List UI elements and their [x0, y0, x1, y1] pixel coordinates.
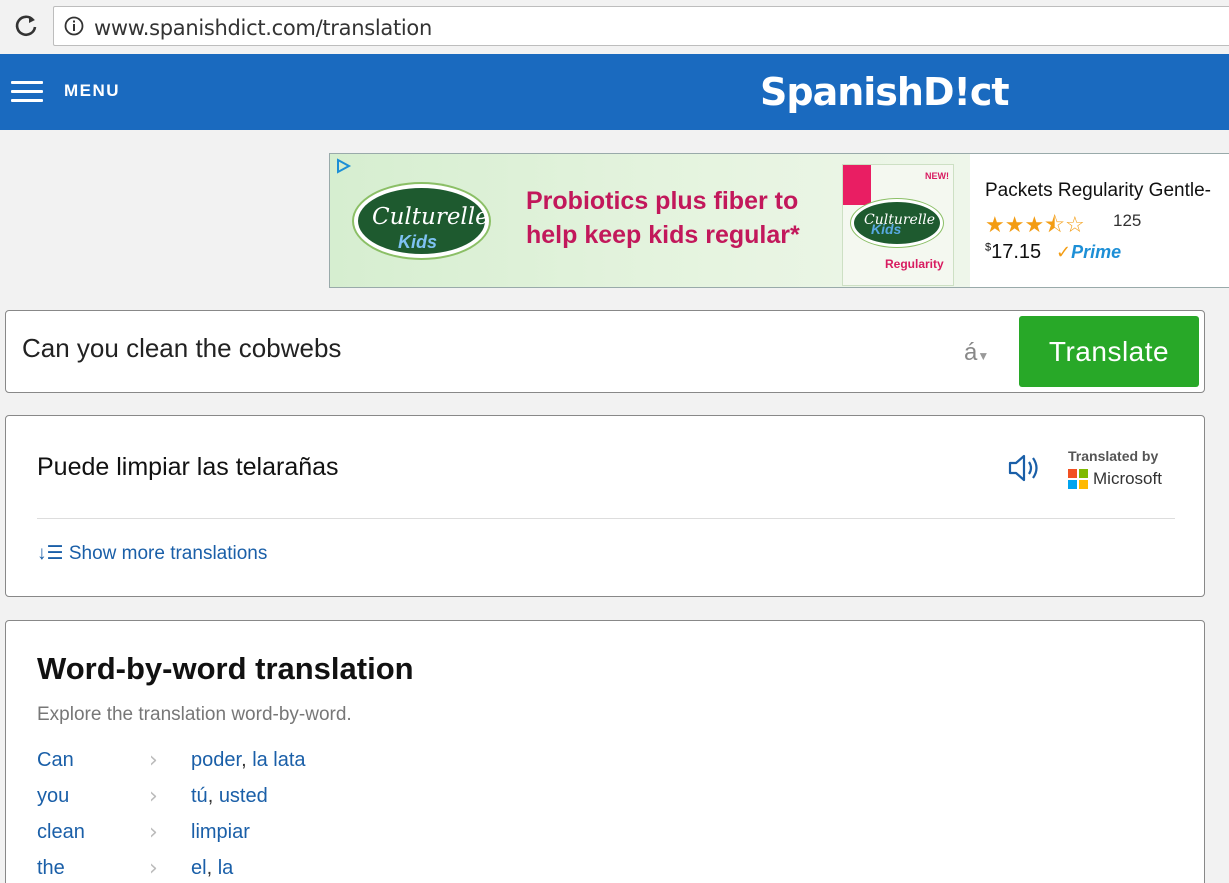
translation-link[interactable]: tú — [191, 785, 208, 807]
chevron-right-icon: › — [149, 856, 158, 881]
price-value: 17.15 — [991, 241, 1042, 263]
section-subtitle: Explore the translation word-by-word. — [37, 704, 352, 725]
source-word-link[interactable]: clean — [37, 821, 85, 844]
speaker-icon[interactable] — [1007, 452, 1041, 484]
ad-slogan: Probiotics plus fiber to help keep kids … — [526, 187, 800, 249]
url-text[interactable]: www.spanishdict.com/translation — [94, 16, 432, 40]
prime-check-icon: ✓ — [1056, 242, 1072, 262]
translation-text: Puede limpiar las telarañas — [37, 453, 339, 481]
translate-button[interactable]: Translate — [1019, 316, 1199, 387]
source-word-link[interactable]: the — [37, 857, 65, 880]
word-row: Can › poder, la lata — [37, 748, 637, 785]
ad-price: $17.15 — [985, 241, 1041, 264]
accent-keyboard-toggle[interactable]: á▼ — [964, 339, 989, 367]
word-translations: limpiar — [191, 821, 250, 844]
site-logo[interactable]: SpanishD!ct — [760, 70, 1010, 114]
ad-product-title[interactable]: Packets Regularity Gentle- — [985, 180, 1211, 202]
hamburger-menu-icon[interactable] — [11, 81, 43, 103]
list-sort-icon: ↓☰ — [37, 543, 64, 564]
site-header: MENU SpanishD!ct — [0, 54, 1229, 130]
chevron-right-icon: › — [149, 748, 158, 773]
show-more-translations-link[interactable]: ↓☰ Show more translations — [37, 542, 267, 565]
word-translations: poder, la lata — [191, 749, 306, 771]
translation-link[interactable]: el — [191, 857, 207, 879]
prime-label: Prime — [1071, 242, 1122, 262]
translation-link[interactable]: limpiar — [191, 821, 250, 843]
more-label: Show more translations — [68, 543, 268, 564]
accent-label: á — [964, 339, 978, 366]
source-text-input[interactable] — [22, 333, 922, 364]
section-title: Word-by-word translation — [37, 651, 414, 686]
translation-link[interactable]: la lata — [252, 749, 305, 771]
info-icon[interactable] — [64, 16, 84, 36]
ad-creative[interactable]: Culturelle Kids Probiotics plus fiber to… — [330, 154, 970, 287]
product-box-image: NEW! Culturelle Kids Regularity — [842, 164, 954, 286]
brand-name: Culturelle — [372, 204, 489, 230]
word-row: the › el, la — [37, 856, 637, 883]
box-variant: Regularity — [885, 257, 944, 271]
box-brand-sub: Kids — [871, 221, 902, 237]
chevron-right-icon: › — [149, 784, 158, 809]
translation-input-card: á▼ Translate — [5, 310, 1205, 393]
word-row: clean › limpiar — [37, 820, 637, 857]
translation-link[interactable]: la — [218, 857, 234, 879]
prime-badge: ✓Prime — [1056, 242, 1121, 263]
source-word-link[interactable]: Can — [37, 749, 74, 772]
translation-result-card: Puede limpiar las telarañas Translated b… — [5, 415, 1205, 597]
word-translations: tú, usted — [191, 785, 268, 807]
translated-by-label: Translated by — [1068, 448, 1159, 464]
translation-link[interactable]: usted — [219, 785, 268, 807]
ad-choices-icon[interactable] — [334, 157, 352, 175]
advertisement-banner[interactable]: Culturelle Kids Probiotics plus fiber to… — [329, 153, 1229, 288]
word-row: you › tú, usted — [37, 784, 637, 821]
source-word-link[interactable]: you — [37, 785, 69, 808]
chevron-right-icon: › — [149, 820, 158, 845]
menu-button[interactable]: MENU — [64, 81, 120, 101]
divider — [37, 518, 1175, 519]
review-count: 125 — [1113, 211, 1142, 230]
reload-icon[interactable] — [13, 13, 39, 39]
brand-logo: Culturelle Kids — [354, 184, 489, 258]
word-by-word-card: Word-by-word translation Explore the tra… — [5, 620, 1205, 883]
address-bar[interactable]: www.spanishdict.com/translation — [53, 6, 1229, 46]
translation-link[interactable]: poder — [191, 749, 241, 771]
browser-toolbar: www.spanishdict.com/translation — [0, 0, 1229, 54]
provider-name: Microsoft — [1093, 469, 1162, 488]
word-translations: el, la — [191, 857, 234, 879]
chevron-down-icon: ▼ — [977, 349, 990, 363]
microsoft-logo-icon — [1068, 469, 1088, 489]
box-new-badge: NEW! — [925, 171, 949, 181]
ad-product-info[interactable]: Packets Regularity Gentle- ★★★⯪☆ 125 $17… — [970, 154, 1229, 287]
brand-sub: Kids — [398, 232, 438, 252]
